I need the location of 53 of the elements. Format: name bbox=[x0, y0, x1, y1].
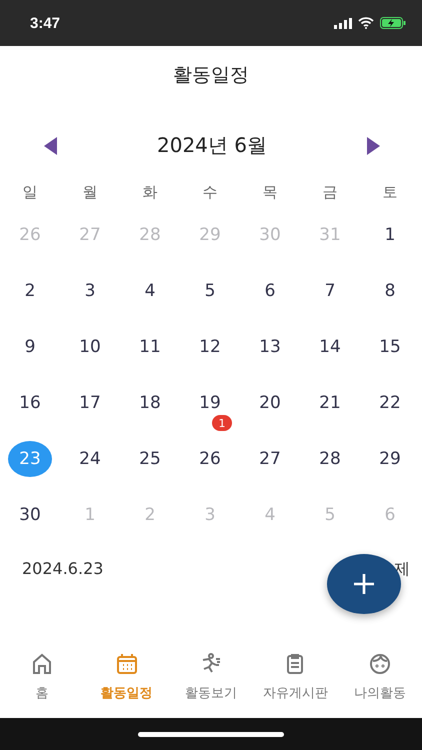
calendar-day[interactable]: 19 bbox=[199, 393, 221, 413]
plus-icon bbox=[353, 573, 375, 595]
page-title: 활동일정 bbox=[173, 63, 249, 88]
calendar-day[interactable]: 17 bbox=[79, 393, 101, 413]
face-icon bbox=[368, 652, 392, 676]
weekday-label: 목 bbox=[262, 182, 278, 203]
calendar-day[interactable]: 27 bbox=[259, 449, 281, 469]
selected-date: 2024.6.23 bbox=[22, 559, 104, 580]
tab-bar-item[interactable]: 홈 bbox=[0, 638, 84, 718]
calendar-day[interactable]: 26 bbox=[199, 449, 221, 469]
weekday-label: 화 bbox=[142, 182, 158, 203]
calendar-day[interactable]: 16 bbox=[19, 393, 41, 413]
calendar-day[interactable]: 29 bbox=[379, 449, 401, 469]
calendar-day[interactable]: 20 bbox=[259, 393, 281, 413]
weekday-label: 일 bbox=[22, 182, 38, 203]
next-month-icon[interactable] bbox=[366, 136, 380, 154]
calendar-day[interactable]: 28 bbox=[319, 449, 341, 469]
calendar-day[interactable]: 30 bbox=[19, 505, 41, 525]
tab-bar-item[interactable]: 나의활동 bbox=[338, 638, 422, 718]
calendar-day[interactable]: 1 bbox=[384, 225, 396, 245]
weekday-label: 토 bbox=[382, 182, 398, 203]
calendar-day[interactable]: 10 bbox=[79, 337, 101, 357]
calendar-day[interactable]: 25 bbox=[139, 449, 161, 469]
weekday-label: 수 bbox=[202, 182, 218, 203]
calendar-day[interactable]: 12 bbox=[199, 337, 221, 357]
calendar-day[interactable]: 6 bbox=[264, 281, 276, 301]
calendar-day[interactable]: 7 bbox=[324, 281, 336, 301]
wifi-icon bbox=[358, 17, 374, 29]
calendar-day[interactable]: 18 bbox=[139, 393, 161, 413]
tab-bar-item[interactable]: 자유게시판 bbox=[253, 638, 338, 718]
calendar-day[interactable]: 9 bbox=[24, 337, 36, 357]
calendar-day[interactable]: 8 bbox=[384, 281, 396, 301]
calendar-day[interactable]: 24 bbox=[79, 449, 101, 469]
calendar-day[interactable]: 11 bbox=[139, 337, 161, 357]
calendar-day[interactable]: 21 bbox=[319, 393, 341, 413]
weekday-label: 금 bbox=[322, 182, 338, 203]
calendar-day[interactable]: 15 bbox=[379, 337, 401, 357]
calendar-day[interactable]: 5 bbox=[204, 281, 216, 301]
signal-icon bbox=[334, 18, 352, 28]
calendar-day[interactable]: 22 bbox=[379, 393, 401, 413]
weekday-label: 월 bbox=[82, 182, 98, 203]
calendar-day[interactable]: 14 bbox=[319, 337, 341, 357]
calendar-day[interactable]: 4 bbox=[144, 281, 156, 301]
calendar-day[interactable]: 2 bbox=[24, 281, 36, 301]
calendar-day[interactable]: 13 bbox=[259, 337, 281, 357]
previous-month-icon[interactable] bbox=[44, 136, 58, 154]
tab-bar-item[interactable]: 활동보기 bbox=[168, 638, 254, 718]
month-label: 2024년 6월 bbox=[157, 132, 267, 159]
event-count-badge: 1 bbox=[212, 415, 232, 431]
calendar-day[interactable]: 3 bbox=[84, 281, 96, 301]
status-time: 3:47 bbox=[30, 14, 60, 32]
battery-icon bbox=[380, 17, 406, 29]
calendar-icon bbox=[114, 652, 139, 676]
